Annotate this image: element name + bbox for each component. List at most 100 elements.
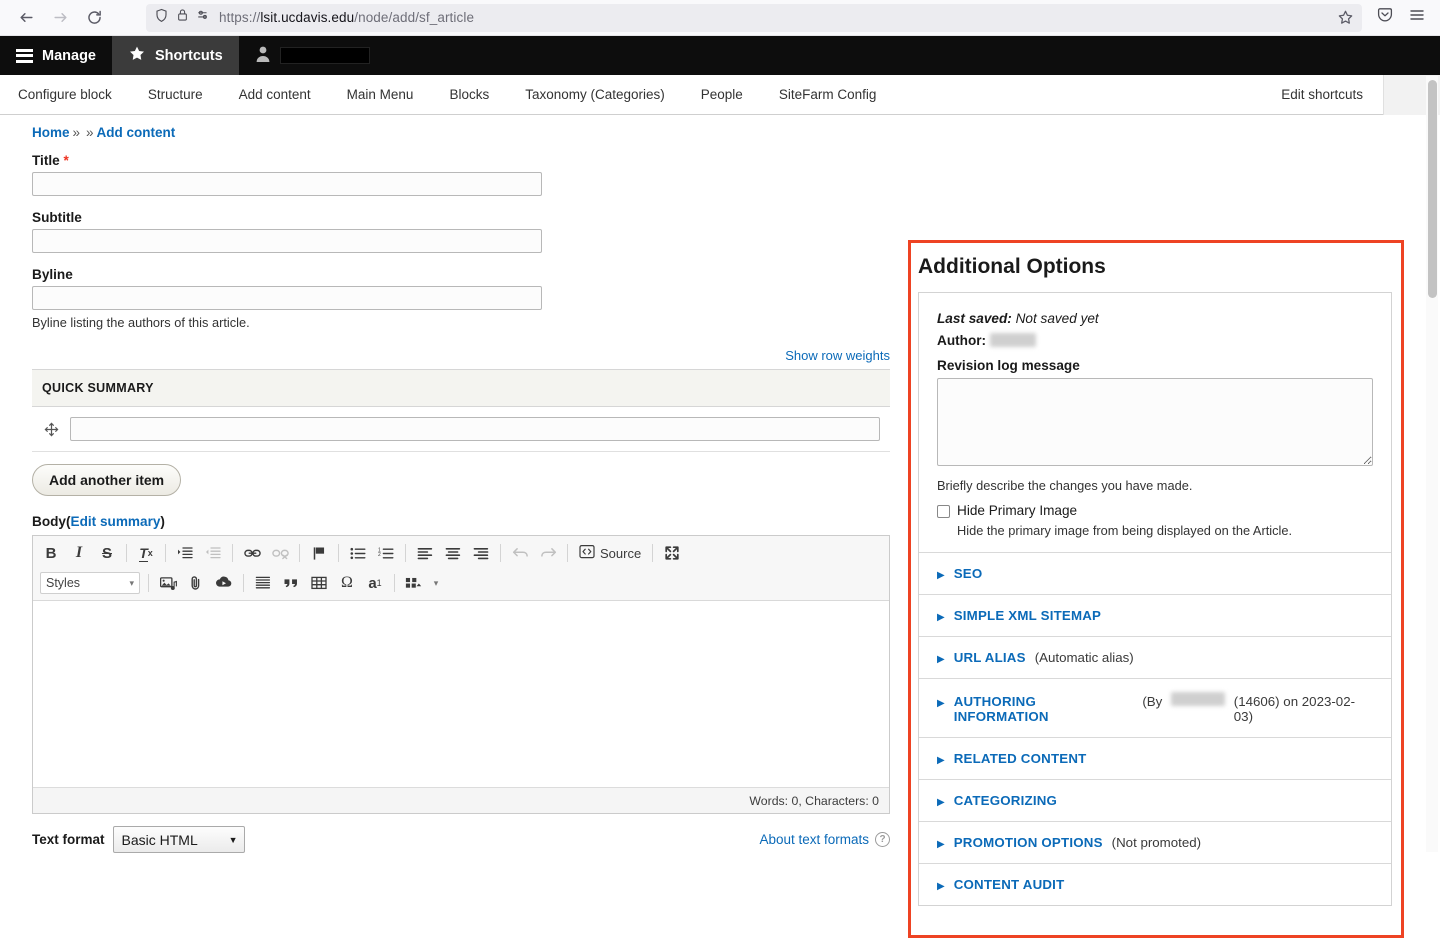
hamburger-menu-icon[interactable] bbox=[1408, 6, 1426, 29]
breadcrumb-home[interactable]: Home bbox=[32, 125, 70, 140]
accordion-simple-xml-sitemap-title: SIMPLE XML SITEMAP bbox=[954, 608, 1101, 623]
revision-log-description: Briefly describe the changes you have ma… bbox=[937, 478, 1373, 493]
align-center-icon[interactable] bbox=[441, 541, 465, 565]
italic-icon[interactable]: I bbox=[67, 541, 91, 565]
accordion-categorizing[interactable]: ▶ CATEGORIZING bbox=[919, 779, 1391, 821]
anchor-flag-icon[interactable] bbox=[307, 541, 331, 565]
shortcut-blocks[interactable]: Blocks bbox=[431, 75, 507, 115]
numbered-list-icon[interactable]: 12 bbox=[374, 541, 398, 565]
breadcrumb: Home»»Add content bbox=[0, 115, 1440, 140]
triangle-right-icon: ▶ bbox=[937, 756, 945, 766]
strikethrough-icon[interactable]: S bbox=[95, 541, 119, 565]
insert-table-icon[interactable] bbox=[307, 571, 331, 595]
toolbar-tab-manage[interactable]: Manage bbox=[0, 36, 112, 75]
shield-icon[interactable] bbox=[154, 8, 169, 28]
url-bar-icons bbox=[154, 8, 211, 28]
accordion-url-alias[interactable]: ▶ URL ALIAS (Automatic alias) bbox=[919, 636, 1391, 678]
reload-icon[interactable] bbox=[78, 3, 110, 33]
align-left-icon[interactable] bbox=[413, 541, 437, 565]
footnote-icon[interactable]: a1 bbox=[363, 571, 387, 595]
insert-media-icon[interactable] bbox=[156, 571, 180, 595]
justify-icon[interactable] bbox=[251, 571, 275, 595]
blockquote-icon[interactable] bbox=[279, 571, 303, 595]
toolbar-divider bbox=[126, 544, 127, 562]
accordion-authoring-information[interactable]: ▶ AUTHORING INFORMATION (By (14606) on 2… bbox=[919, 678, 1391, 737]
source-code-icon bbox=[579, 544, 595, 562]
hide-primary-image-checkbox[interactable] bbox=[937, 505, 950, 518]
add-another-item-button[interactable]: Add another item bbox=[32, 464, 181, 496]
toolbar-divider bbox=[500, 544, 501, 562]
about-text-formats-wrap: About text formats ? bbox=[759, 832, 890, 847]
toolbar-tab-account[interactable] bbox=[239, 36, 386, 75]
site-permissions-icon[interactable] bbox=[196, 8, 211, 27]
triangle-right-icon: ▶ bbox=[937, 571, 945, 581]
shortcut-taxonomy[interactable]: Taxonomy (Categories) bbox=[507, 75, 683, 115]
title-field-group: Title * bbox=[32, 153, 890, 196]
menu-bars-icon bbox=[16, 49, 33, 63]
url-text[interactable]: https://lsit.ucdavis.edu/node/add/sf_art… bbox=[219, 10, 474, 25]
shortcut-add-content[interactable]: Add content bbox=[221, 75, 329, 115]
source-label: Source bbox=[600, 546, 641, 561]
shortcut-main-menu[interactable]: Main Menu bbox=[329, 75, 432, 115]
remove-format-icon[interactable]: Tx bbox=[134, 541, 158, 565]
toolbar-tab-shortcuts[interactable]: Shortcuts bbox=[112, 36, 239, 75]
accordion-simple-xml-sitemap[interactable]: ▶ SIMPLE XML SITEMAP bbox=[919, 594, 1391, 636]
title-label: Title * bbox=[32, 153, 890, 168]
attach-file-icon[interactable] bbox=[184, 571, 208, 595]
styles-dropdown[interactable]: Styles ▾ bbox=[40, 572, 140, 594]
star-icon[interactable] bbox=[1337, 9, 1354, 26]
drag-move-icon[interactable] bbox=[42, 420, 60, 438]
insert-video-icon[interactable] bbox=[212, 571, 236, 595]
triangle-right-icon: ▶ bbox=[937, 699, 945, 709]
toolbar-divider bbox=[299, 544, 300, 562]
shortcut-configure-block[interactable]: Configure block bbox=[0, 75, 130, 115]
text-format-select[interactable]: Basic HTML ▼ bbox=[113, 826, 245, 853]
options-box: Last saved: Not saved yet Author: Revisi… bbox=[918, 292, 1392, 906]
templates-chevron-icon[interactable]: ▾ bbox=[430, 571, 442, 595]
page-scrollbar-thumb[interactable] bbox=[1428, 80, 1437, 298]
revision-log-textarea[interactable] bbox=[937, 378, 1373, 466]
subtitle-input[interactable] bbox=[32, 229, 542, 253]
shortcut-people[interactable]: People bbox=[683, 75, 761, 115]
increase-indent-icon[interactable] bbox=[173, 541, 197, 565]
accordion-promotion-options[interactable]: ▶ PROMOTION OPTIONS (Not promoted) bbox=[919, 821, 1391, 863]
byline-input[interactable] bbox=[32, 286, 542, 310]
bulleted-list-icon[interactable] bbox=[346, 541, 370, 565]
edit-shortcuts-link[interactable]: Edit shortcuts bbox=[1261, 75, 1384, 115]
bold-icon[interactable]: B bbox=[39, 541, 63, 565]
page-content: Home»»Add content Title * Subtitle Bylin… bbox=[0, 115, 1440, 852]
pocket-icon[interactable] bbox=[1376, 6, 1394, 29]
accordion-authoring-information-title: AUTHORING INFORMATION bbox=[954, 694, 1134, 724]
quick-summary-input[interactable] bbox=[70, 417, 880, 441]
accordion-related-content[interactable]: ▶ RELATED CONTENT bbox=[919, 737, 1391, 779]
shortcut-structure[interactable]: Structure bbox=[130, 75, 221, 115]
toolbar-divider bbox=[338, 544, 339, 562]
toolbar-divider bbox=[148, 574, 149, 592]
help-question-icon[interactable]: ? bbox=[875, 832, 890, 847]
url-bar[interactable]: https://lsit.ucdavis.edu/node/add/sf_art… bbox=[146, 4, 1362, 32]
triangle-right-icon: ▶ bbox=[937, 613, 945, 623]
show-row-weights-link[interactable]: Show row weights bbox=[785, 348, 890, 363]
accordion-promotion-options-title: PROMOTION OPTIONS bbox=[954, 835, 1103, 850]
special-character-icon[interactable]: Ω bbox=[335, 571, 359, 595]
padlock-icon[interactable] bbox=[176, 8, 189, 27]
text-format-row: Text format Basic HTML ▼ About text form… bbox=[32, 826, 890, 853]
text-format-label: Text format bbox=[32, 832, 105, 847]
edit-summary-link[interactable]: Edit summary bbox=[71, 514, 161, 529]
link-icon[interactable] bbox=[240, 541, 264, 565]
about-text-formats-link[interactable]: About text formats bbox=[759, 832, 869, 847]
accordion-seo[interactable]: ▶ SEO bbox=[919, 552, 1391, 594]
body-editable-area[interactable] bbox=[33, 601, 889, 787]
last-saved-line: Last saved: Not saved yet bbox=[937, 311, 1373, 326]
toolbar-divider bbox=[165, 544, 166, 562]
align-right-icon[interactable] bbox=[469, 541, 493, 565]
source-button[interactable]: Source bbox=[573, 541, 647, 565]
accordion-content-audit[interactable]: ▶ CONTENT AUDIT bbox=[919, 863, 1391, 905]
breadcrumb-add-content[interactable]: Add content bbox=[97, 125, 176, 140]
title-input[interactable] bbox=[32, 172, 542, 196]
templates-icon[interactable] bbox=[402, 571, 426, 595]
shortcut-sitefarm-config[interactable]: SiteFarm Config bbox=[761, 75, 895, 115]
back-arrow-icon[interactable] bbox=[10, 3, 42, 33]
maximize-icon[interactable] bbox=[660, 541, 684, 565]
account-name-redacted bbox=[280, 47, 370, 64]
